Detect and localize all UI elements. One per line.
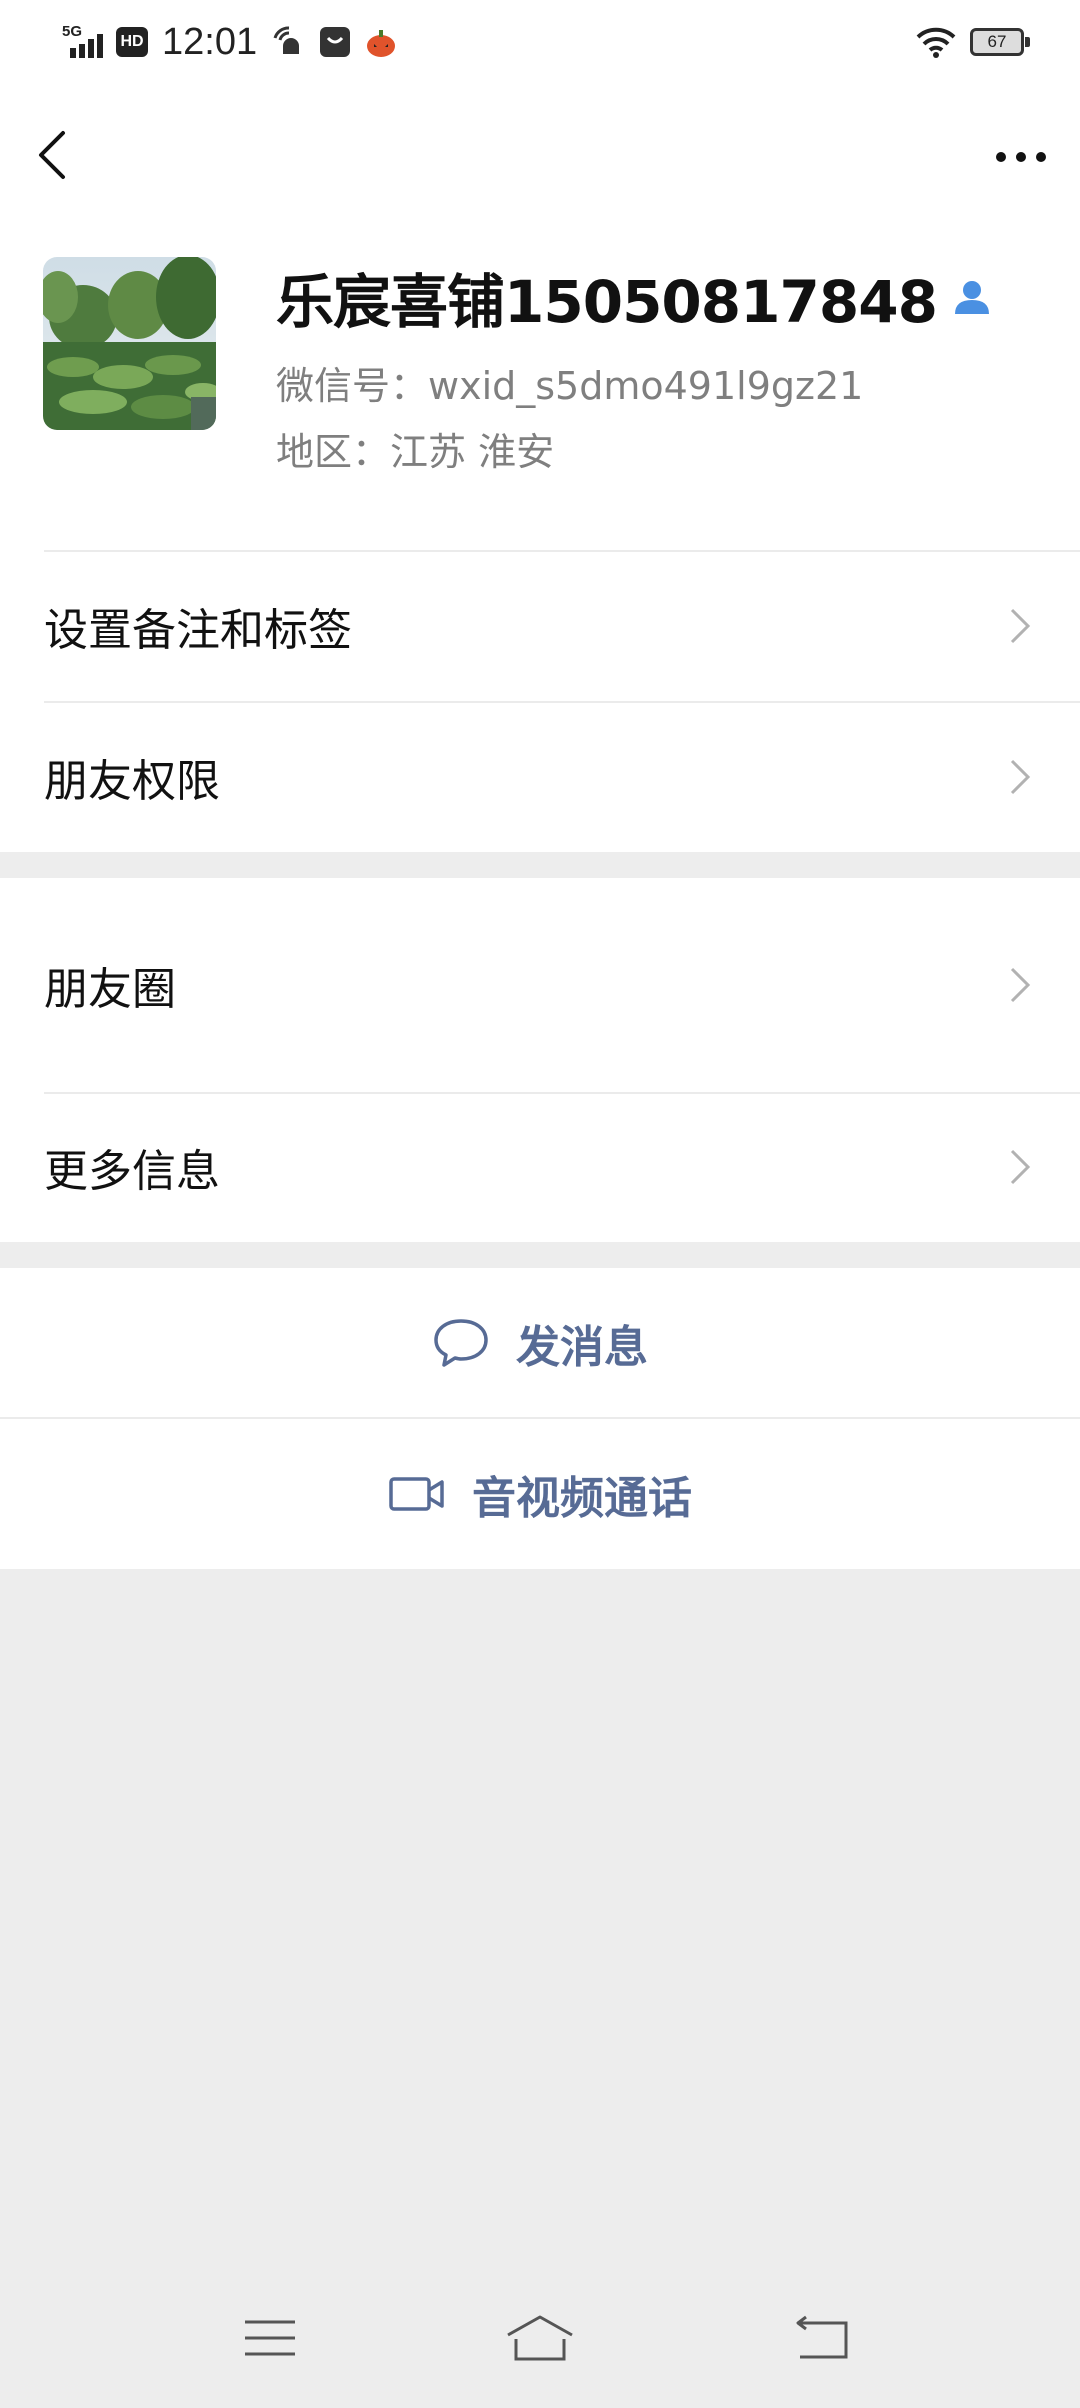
list-item-label: 朋友权限	[44, 755, 220, 807]
back-button[interactable]	[28, 120, 76, 190]
list-item-label: 更多信息	[44, 1146, 220, 1197]
video-camera-icon	[389, 1477, 444, 1511]
battery-level: 67	[987, 32, 1007, 51]
chevron-right-icon	[1010, 608, 1031, 643]
profile-card: 乐宸喜铺15050817848 微信号：wxid_s5dmo491l9gz21 …	[0, 257, 1080, 474]
home-button[interactable]	[500, 2298, 580, 2378]
send-message-button[interactable]: 发消息	[0, 1268, 1080, 1418]
wifi-icon	[916, 27, 956, 58]
info-list: 朋友圈 更多信息	[0, 878, 1080, 1242]
chat-bubble-icon	[434, 1319, 488, 1367]
video-call-button[interactable]: 音视频通话	[0, 1419, 1080, 1569]
contact-person-icon	[954, 281, 989, 314]
status-left: 5G HD 12:01	[60, 16, 399, 68]
list-item-label: 设置备注和标签	[44, 604, 352, 656]
system-nav-bar	[0, 2268, 1080, 2408]
avatar-image	[43, 257, 216, 430]
pumpkin-notification-icon	[367, 30, 396, 57]
status-right: 67	[916, 20, 1030, 64]
menu-button[interactable]	[230, 2298, 310, 2378]
bag-notification-icon	[320, 27, 351, 57]
status-bar: 5G HD 12:01 67	[0, 0, 1080, 82]
more-dots-icon	[996, 152, 1046, 162]
list-item-label: 朋友圈	[44, 964, 176, 1015]
video-call-label: 音视频通话	[472, 1473, 692, 1524]
contact-profile-page: 5G HD 12:01 67 乐宸喜铺15050817848 微信号：wxid_…	[0, 0, 1080, 2408]
battery-icon: 67	[970, 28, 1030, 56]
signal-icon: 5G	[62, 23, 103, 58]
back-nav-button[interactable]	[782, 2298, 862, 2378]
status-time: 12:01	[162, 20, 258, 63]
wechat-id: 微信号：wxid_s5dmo491l9gz21	[276, 364, 864, 408]
hd-badge: HD	[116, 27, 148, 57]
menu-lines-icon	[245, 2320, 295, 2356]
return-icon	[796, 2315, 848, 2359]
more-button[interactable]	[986, 122, 1056, 192]
home-icon	[507, 2315, 573, 2361]
list-item-friend-permissions[interactable]: 朋友权限	[0, 701, 1080, 852]
list-item-more-info[interactable]: 更多信息	[0, 1092, 1080, 1242]
profile-name-row: 乐宸喜铺15050817848	[276, 257, 993, 337]
chevron-right-icon	[1010, 967, 1031, 1003]
list-item-remarks-tags[interactable]: 设置备注和标签	[0, 550, 1080, 701]
profile-name: 乐宸喜铺15050817848	[276, 268, 938, 336]
chevron-right-icon	[1010, 759, 1031, 794]
region: 地区：江苏 淮安	[276, 430, 555, 474]
chevron-left-icon	[39, 131, 65, 179]
settings-list: 设置备注和标签 朋友权限	[0, 550, 1080, 852]
chevron-right-icon	[1010, 1149, 1031, 1185]
send-message-label: 发消息	[516, 1322, 648, 1373]
avatar[interactable]	[43, 257, 216, 430]
hotspot-android-icon	[273, 26, 300, 54]
list-item-moments[interactable]: 朋友圈	[0, 878, 1080, 1092]
network-label: 5G	[62, 23, 82, 40]
